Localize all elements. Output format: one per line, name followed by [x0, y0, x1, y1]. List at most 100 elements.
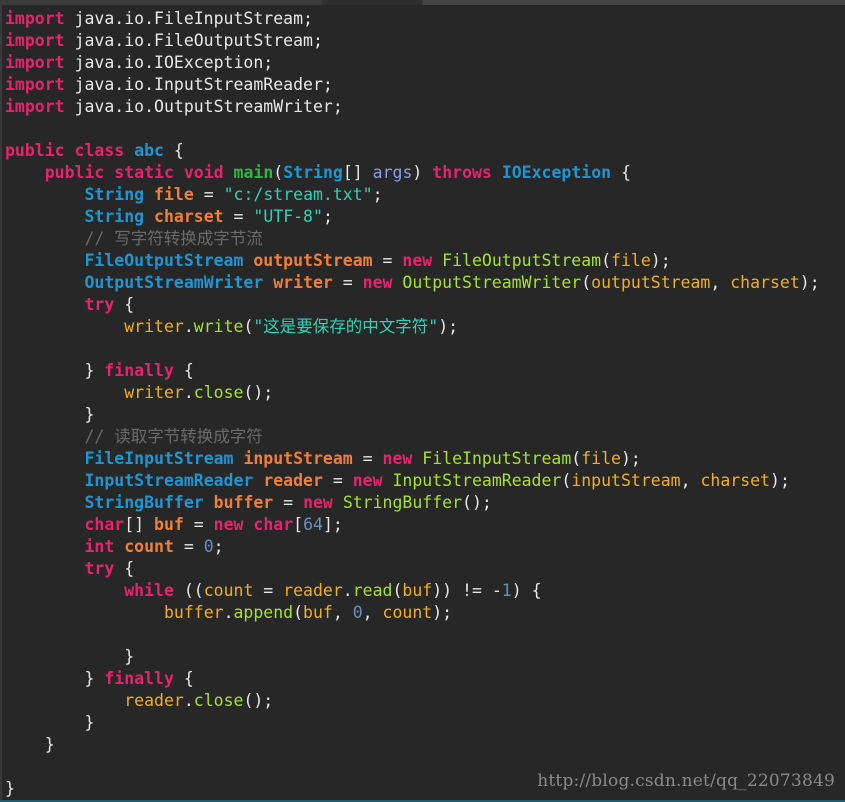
code-line: import java.io.FileInputStream; — [5, 8, 820, 30]
code-line: try { — [5, 558, 820, 580]
code-line: reader.close(); — [5, 690, 820, 712]
code-text: )) != - — [432, 581, 502, 600]
code-text: } — [5, 713, 95, 732]
editor-gutter — [0, 5, 2, 800]
code-line: try { — [5, 294, 820, 316]
code-text: = — [372, 251, 403, 270]
code-text: ( — [392, 581, 403, 600]
code-line: public class abc { — [5, 140, 820, 162]
code-text: , — [362, 603, 383, 622]
code-line: } — [5, 404, 820, 426]
code-text: { — [114, 295, 135, 314]
method-call: close — [193, 383, 244, 402]
variable-declaration: reader — [263, 471, 323, 490]
code-text: ) — [412, 163, 433, 182]
keyword: class — [74, 141, 125, 160]
keyword: static — [114, 163, 174, 182]
keyword: import — [5, 9, 65, 28]
method-name: main — [233, 163, 274, 182]
code-line: OutputStreamWriter writer = new OutputSt… — [5, 272, 819, 294]
code-text: (( — [173, 581, 204, 600]
code-text: = — [322, 471, 353, 490]
parameter: args — [372, 163, 413, 182]
code-text: ( — [561, 471, 572, 490]
variable: charset — [730, 273, 800, 292]
code-text: } — [5, 647, 135, 666]
code-text: } — [5, 405, 95, 424]
code-text: . — [342, 581, 353, 600]
keyword: import — [5, 97, 65, 116]
code-text: = — [253, 581, 284, 600]
code-line: import java.io.InputStreamReader; — [5, 74, 820, 96]
variable: buf — [303, 603, 333, 622]
code-line: char[] buf = new char[64]; — [5, 514, 820, 536]
keyword: new — [382, 449, 413, 468]
variable: buffer — [163, 603, 224, 622]
code-text: [] — [342, 163, 373, 182]
keyword: throws — [432, 163, 492, 182]
type-name: InputStreamReader — [84, 471, 254, 490]
code-line: InputStreamReader reader = new InputStre… — [5, 470, 820, 492]
keyword: new — [402, 251, 433, 270]
code-line: FileInputStream inputStream = new FileIn… — [5, 448, 820, 470]
code-editor[interactable]: import java.io.FileInputStream; import ja… — [5, 8, 820, 800]
variable: count — [382, 603, 433, 622]
keyword: finally — [104, 361, 174, 380]
code-text: { — [173, 669, 194, 688]
keyword: try — [84, 559, 115, 578]
code-line: FileOutputStream outputStream = new File… — [5, 250, 820, 272]
code-text: java.io.FileOutputStream; — [64, 31, 323, 50]
code-line: String charset = "UTF-8"; — [5, 206, 820, 228]
code-text: ( — [571, 449, 582, 468]
string-literal: "c:/stream.txt" — [223, 185, 373, 204]
code-line: } — [5, 734, 820, 756]
code-text: = — [193, 185, 224, 204]
code-line: } finally { — [5, 360, 820, 382]
number-literal: 0 — [203, 537, 214, 556]
code-line: int count = 0; — [5, 536, 820, 558]
comment: // 写字符转换成字节流 — [84, 229, 263, 248]
code-text: = — [173, 537, 204, 556]
code-line: } — [5, 712, 820, 734]
code-text: , — [680, 471, 701, 490]
code-text: [] — [124, 515, 155, 534]
keyword: char — [253, 515, 294, 534]
code-text: (); — [243, 383, 274, 402]
code-text: ); — [438, 317, 459, 336]
variable: reader — [124, 691, 184, 710]
code-text: ( — [581, 273, 592, 292]
code-text: } — [5, 735, 55, 754]
keyword: new — [362, 273, 393, 292]
number-literal: 1 — [501, 581, 512, 600]
editor-tab-active[interactable] — [322, 0, 422, 5]
code-text: } — [5, 779, 15, 798]
variable-declaration: outputStream — [253, 251, 373, 270]
code-text: java.io.FileInputStream; — [64, 9, 313, 28]
keyword: void — [183, 163, 224, 182]
keyword: new — [303, 493, 333, 512]
code-text: { — [163, 141, 184, 160]
string-literal: "UTF-8" — [253, 207, 323, 226]
editor-tab-bar-empty — [423, 0, 845, 5]
type-name: OutputStreamWriter — [84, 273, 264, 292]
